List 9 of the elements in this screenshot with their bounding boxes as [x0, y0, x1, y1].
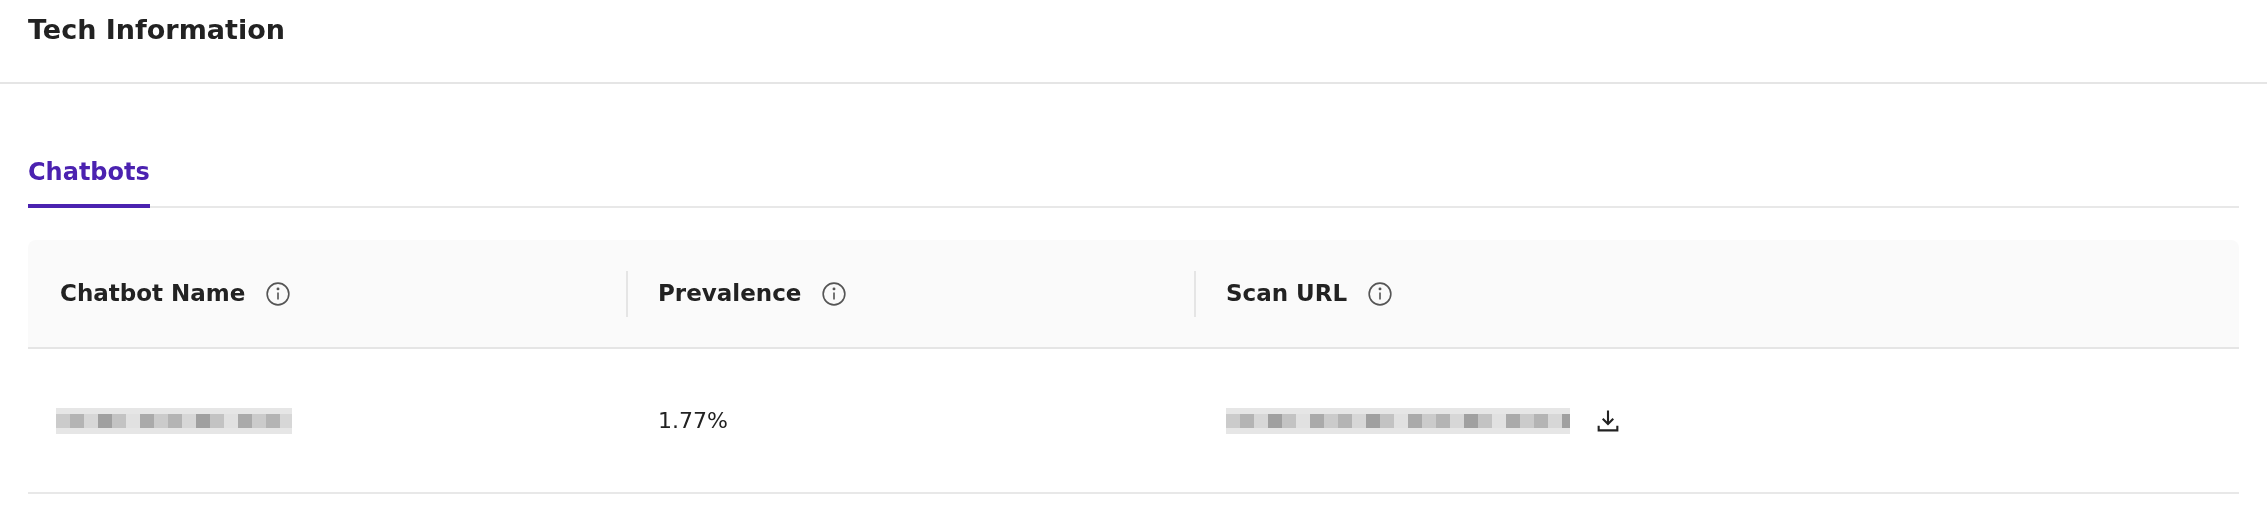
- info-icon[interactable]: [1367, 280, 1394, 307]
- info-icon[interactable]: [265, 280, 292, 307]
- column-header: Scan URL: [1226, 279, 1348, 309]
- info-icon[interactable]: [821, 280, 848, 307]
- section-title: Tech Information: [28, 13, 285, 47]
- tab[interactable]: Chatbots: [28, 154, 150, 208]
- table-cell-text: 1.77%: [658, 407, 728, 435]
- column-header: Chatbot Name: [60, 279, 246, 309]
- column-header: Prevalence: [658, 279, 802, 309]
